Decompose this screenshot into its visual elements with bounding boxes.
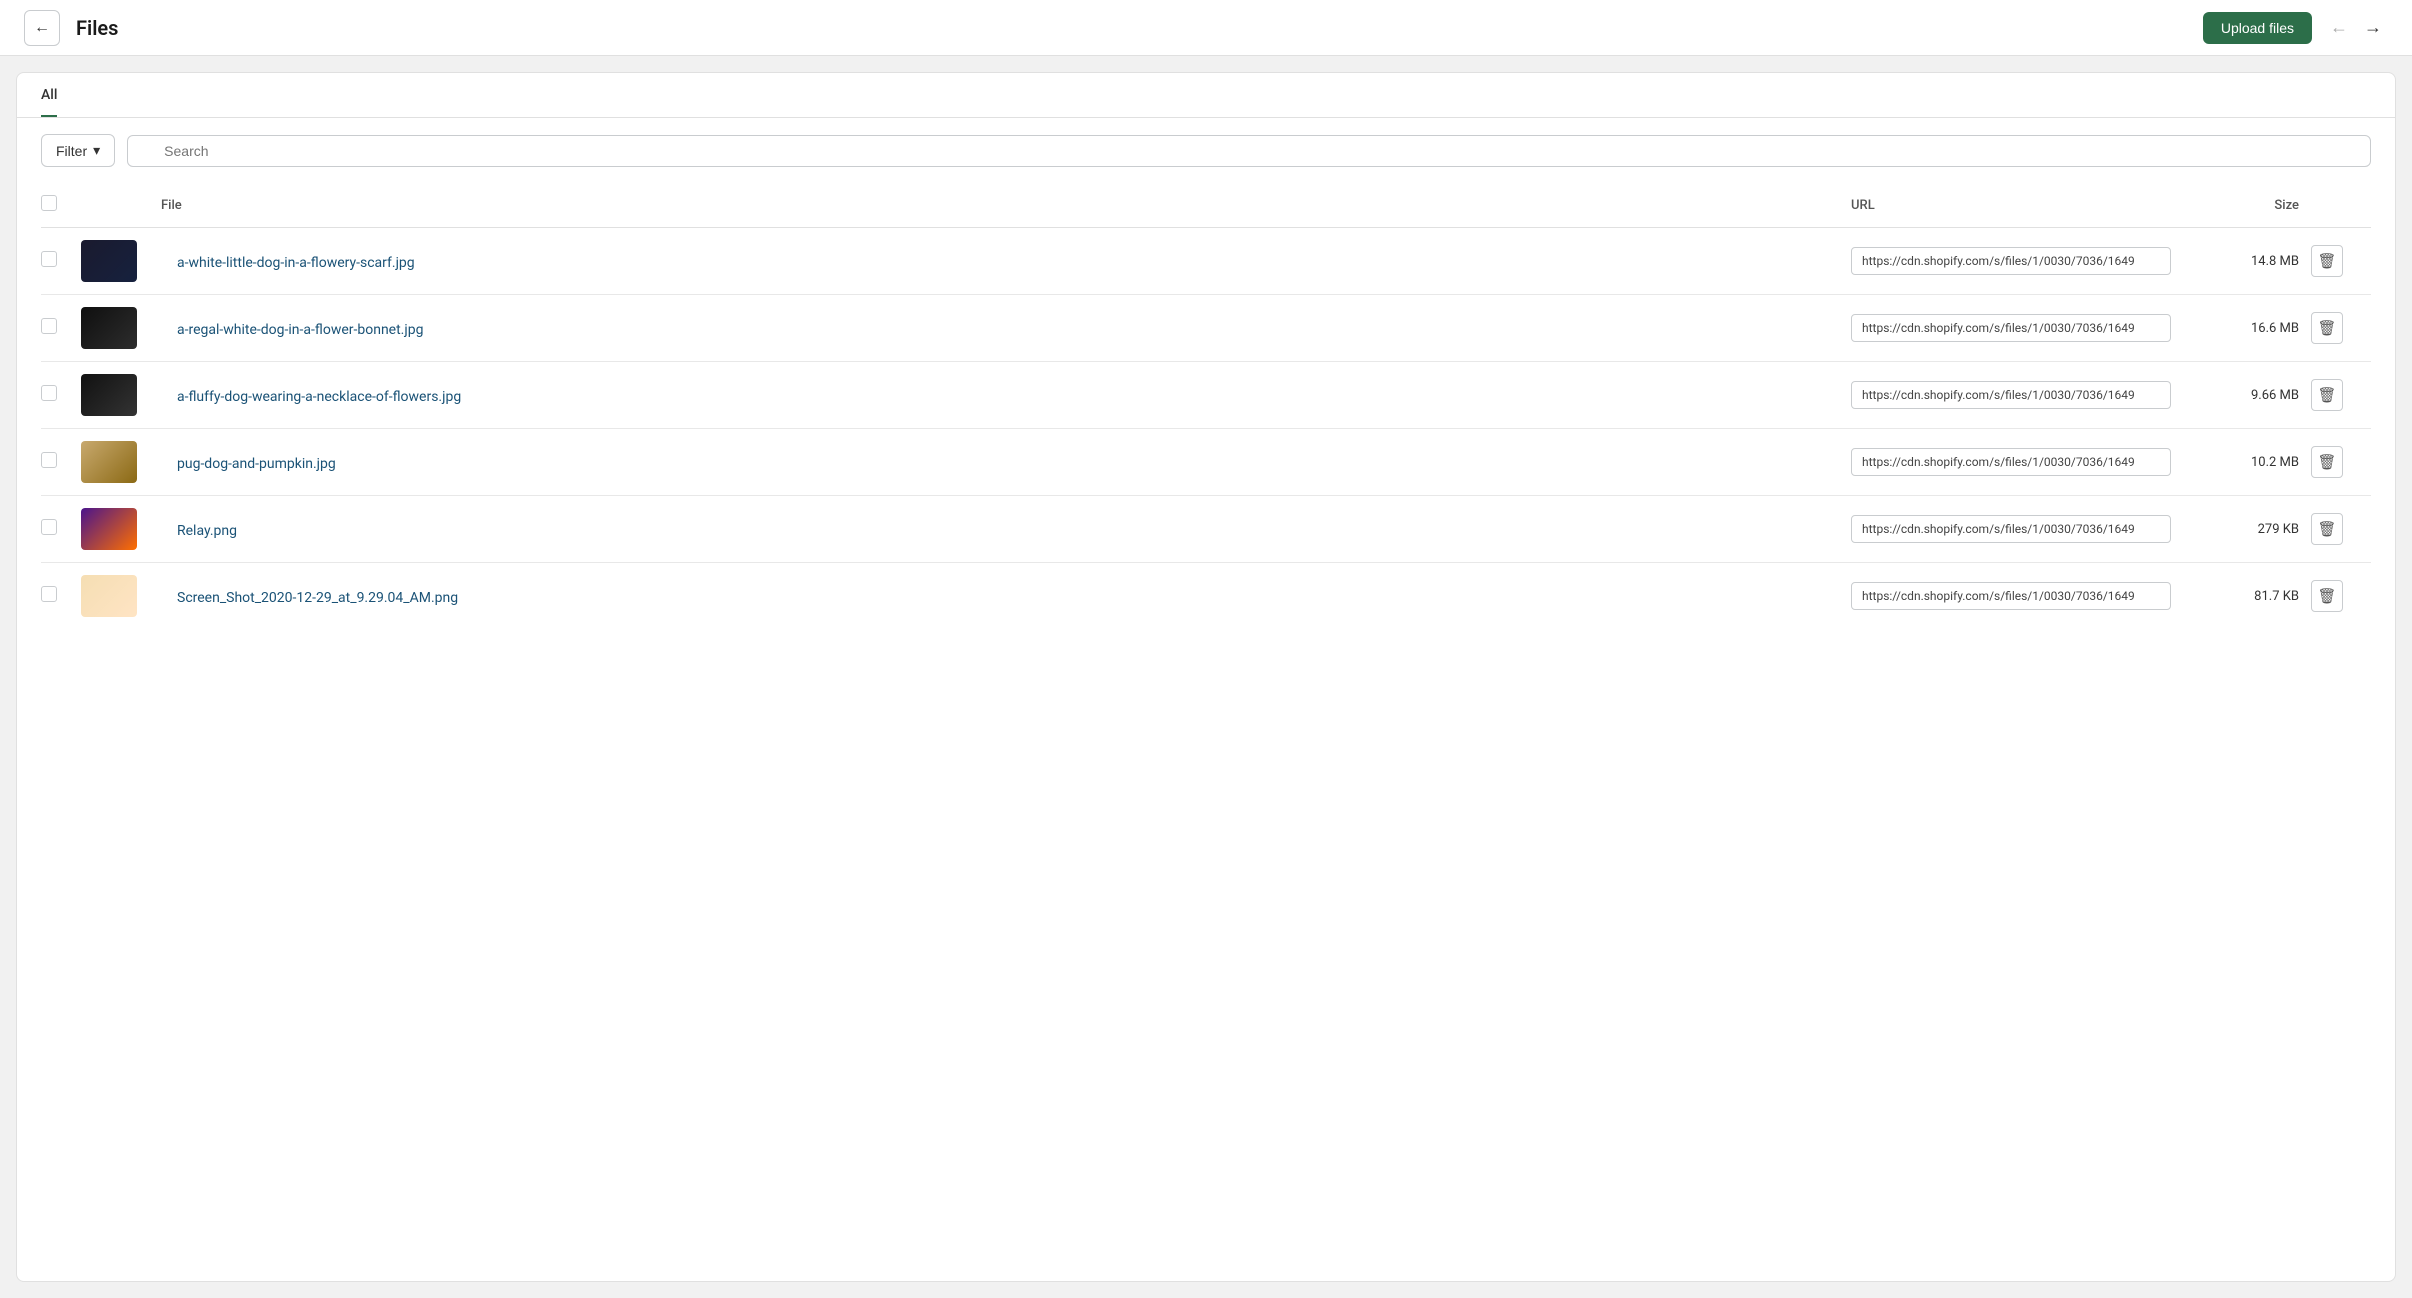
search-wrapper: 🔍	[127, 135, 2371, 167]
table-container: File URL Size a-white-little-dog-in-a-fl…	[17, 183, 2395, 629]
row-checkbox-1[interactable]	[41, 318, 57, 334]
row-actions-col: 🗑	[2311, 312, 2371, 344]
filter-button[interactable]: Filter ▾	[41, 134, 115, 167]
file-name-link-5[interactable]: Screen_Shot_2020-12-29_at_9.29.04_AM.png	[161, 590, 458, 606]
filters-row: Filter ▾ 🔍	[17, 118, 2395, 183]
row-thumb-col	[81, 374, 161, 416]
delete-button-5[interactable]: 🗑	[2311, 580, 2343, 612]
back-button[interactable]: ←	[24, 10, 60, 46]
row-checkbox-col	[41, 586, 81, 606]
row-checkbox-col	[41, 251, 81, 271]
row-checkbox-5[interactable]	[41, 586, 57, 602]
url-field-1[interactable]: https://cdn.shopify.com/s/files/1/0030/7…	[1851, 314, 2171, 342]
row-url-col: https://cdn.shopify.com/s/files/1/0030/7…	[1851, 314, 2171, 342]
row-filename-col: a-regal-white-dog-in-a-flower-bonnet.jpg	[161, 319, 1851, 338]
select-all-checkbox-col	[41, 195, 81, 215]
row-checkbox-2[interactable]	[41, 385, 57, 401]
file-size-2: 9.66 MB	[2171, 388, 2311, 403]
url-field-2[interactable]: https://cdn.shopify.com/s/files/1/0030/7…	[1851, 381, 2171, 409]
row-checkbox-col	[41, 452, 81, 472]
page-title: Files	[76, 16, 118, 40]
tabs-bar: All	[17, 73, 2395, 118]
main-content: All Filter ▾ 🔍 File URL Size	[16, 72, 2396, 1282]
file-thumbnail-5	[81, 575, 137, 617]
file-thumbnail-2	[81, 374, 137, 416]
delete-button-4[interactable]: 🗑	[2311, 513, 2343, 545]
file-name-link-1[interactable]: a-regal-white-dog-in-a-flower-bonnet.jpg	[161, 322, 423, 338]
table-row: a-fluffy-dog-wearing-a-necklace-of-flowe…	[41, 362, 2371, 429]
row-url-col: https://cdn.shopify.com/s/files/1/0030/7…	[1851, 448, 2171, 476]
row-thumb-col	[81, 307, 161, 349]
row-actions-col: 🗑	[2311, 446, 2371, 478]
row-checkbox-0[interactable]	[41, 251, 57, 267]
row-actions-col: 🗑	[2311, 379, 2371, 411]
url-field-4[interactable]: https://cdn.shopify.com/s/files/1/0030/7…	[1851, 515, 2171, 543]
nav-arrows: ← →	[2324, 13, 2388, 42]
file-name-link-0[interactable]: a-white-little-dog-in-a-flowery-scarf.jp…	[161, 255, 415, 271]
file-name-link-4[interactable]: Relay.png	[161, 523, 237, 539]
row-url-col: https://cdn.shopify.com/s/files/1/0030/7…	[1851, 582, 2171, 610]
file-size-0: 14.8 MB	[2171, 254, 2311, 269]
search-input[interactable]	[127, 135, 2371, 167]
delete-button-2[interactable]: 🗑	[2311, 379, 2343, 411]
row-url-col: https://cdn.shopify.com/s/files/1/0030/7…	[1851, 247, 2171, 275]
url-field-3[interactable]: https://cdn.shopify.com/s/files/1/0030/7…	[1851, 448, 2171, 476]
row-actions-col: 🗑	[2311, 580, 2371, 612]
upload-files-button[interactable]: Upload files	[2203, 12, 2312, 44]
select-all-checkbox[interactable]	[41, 195, 57, 211]
row-checkbox-4[interactable]	[41, 519, 57, 535]
tab-all[interactable]: All	[41, 73, 57, 117]
row-url-col: https://cdn.shopify.com/s/files/1/0030/7…	[1851, 381, 2171, 409]
file-col-header: File	[161, 198, 1851, 213]
table-row: Relay.png https://cdn.shopify.com/s/file…	[41, 496, 2371, 563]
top-bar-right: Upload files ← →	[2203, 12, 2388, 44]
row-checkbox-col	[41, 519, 81, 539]
file-size-5: 81.7 KB	[2171, 589, 2311, 604]
delete-button-1[interactable]: 🗑	[2311, 312, 2343, 344]
row-filename-col: pug-dog-and-pumpkin.jpg	[161, 453, 1851, 472]
filter-chevron-icon: ▾	[93, 142, 100, 159]
top-bar: ← Files Upload files ← →	[0, 0, 2412, 56]
file-size-1: 16.6 MB	[2171, 321, 2311, 336]
file-name-link-2[interactable]: a-fluffy-dog-wearing-a-necklace-of-flowe…	[161, 389, 461, 405]
row-filename-col: a-white-little-dog-in-a-flowery-scarf.jp…	[161, 252, 1851, 271]
row-thumb-col	[81, 575, 161, 617]
file-name-link-3[interactable]: pug-dog-and-pumpkin.jpg	[161, 456, 336, 472]
row-checkbox-col	[41, 318, 81, 338]
file-size-3: 10.2 MB	[2171, 455, 2311, 470]
row-thumb-col	[81, 508, 161, 550]
row-checkbox-3[interactable]	[41, 452, 57, 468]
table-row: pug-dog-and-pumpkin.jpg https://cdn.shop…	[41, 429, 2371, 496]
file-thumbnail-1	[81, 307, 137, 349]
filter-label: Filter	[56, 143, 87, 159]
delete-button-0[interactable]: 🗑	[2311, 245, 2343, 277]
delete-button-3[interactable]: 🗑	[2311, 446, 2343, 478]
row-actions-col: 🗑	[2311, 245, 2371, 277]
file-thumbnail-3	[81, 441, 137, 483]
row-thumb-col	[81, 240, 161, 282]
row-url-col: https://cdn.shopify.com/s/files/1/0030/7…	[1851, 515, 2171, 543]
row-checkbox-col	[41, 385, 81, 405]
file-thumbnail-0	[81, 240, 137, 282]
nav-back-arrow[interactable]: ←	[2324, 13, 2354, 42]
url-field-5[interactable]: https://cdn.shopify.com/s/files/1/0030/7…	[1851, 582, 2171, 610]
table-header: File URL Size	[41, 183, 2371, 228]
table-row: Screen_Shot_2020-12-29_at_9.29.04_AM.png…	[41, 563, 2371, 629]
nav-forward-arrow[interactable]: →	[2358, 13, 2388, 42]
url-col-header: URL	[1851, 198, 2171, 213]
top-bar-left: ← Files	[24, 10, 118, 46]
file-size-4: 279 KB	[2171, 522, 2311, 537]
size-col-header: Size	[2171, 198, 2311, 213]
row-thumb-col	[81, 441, 161, 483]
table-row: a-white-little-dog-in-a-flowery-scarf.jp…	[41, 228, 2371, 295]
file-thumbnail-4	[81, 508, 137, 550]
table-row: a-regal-white-dog-in-a-flower-bonnet.jpg…	[41, 295, 2371, 362]
row-filename-col: a-fluffy-dog-wearing-a-necklace-of-flowe…	[161, 386, 1851, 405]
row-actions-col: 🗑	[2311, 513, 2371, 545]
table-body: a-white-little-dog-in-a-flowery-scarf.jp…	[41, 228, 2371, 629]
url-field-0[interactable]: https://cdn.shopify.com/s/files/1/0030/7…	[1851, 247, 2171, 275]
row-filename-col: Relay.png	[161, 520, 1851, 539]
row-filename-col: Screen_Shot_2020-12-29_at_9.29.04_AM.png	[161, 587, 1851, 606]
